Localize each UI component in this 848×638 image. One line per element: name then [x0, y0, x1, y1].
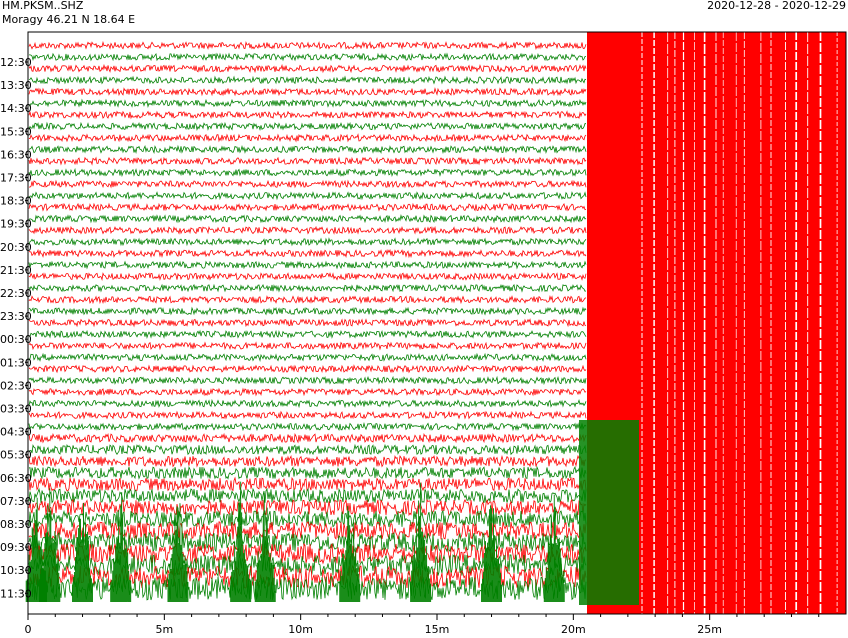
trace-line-27 [28, 352, 587, 362]
trace-layer [28, 40, 587, 601]
trace-line-28 [28, 364, 587, 374]
trace-line-23 [28, 306, 587, 316]
noise-burst-3 [110, 492, 132, 602]
trace-line-8 [28, 133, 587, 143]
helicorder-plot: 12:3013:3014:3015:3016:3017:3018:3019:30… [0, 31, 847, 636]
trace-line-36 [28, 454, 587, 468]
trace-line-33 [28, 421, 587, 432]
trace-line-14 [28, 202, 587, 212]
x-tick-label-5: 25m [697, 623, 722, 636]
x-tick-label-2: 10m [288, 623, 313, 636]
trace-line-7 [28, 121, 587, 131]
trace-line-30 [28, 387, 587, 397]
trace-line-10 [28, 156, 587, 166]
trace-line-29 [28, 375, 587, 386]
trace-line-37 [28, 465, 587, 480]
x-tick-label-1: 5m [155, 623, 173, 636]
trace-line-18 [28, 248, 587, 259]
earthquake-onset-green [579, 420, 639, 605]
trace-line-13 [28, 191, 587, 201]
trace-line-39 [28, 487, 587, 504]
trace-line-9 [28, 144, 587, 155]
row-labels: 12:3013:3014:3015:3016:3017:3018:3019:30… [0, 56, 32, 600]
trace-line-12 [28, 179, 587, 189]
trace-line-35 [28, 443, 587, 456]
trace-line-34 [28, 432, 587, 444]
trace-line-2 [28, 63, 587, 74]
trace-line-26 [28, 341, 587, 351]
trace-line-22 [28, 295, 587, 305]
x-tick-label-4: 20m [561, 623, 586, 636]
trace-line-5 [28, 98, 587, 108]
trace-line-3 [28, 75, 587, 85]
trace-line-4 [28, 87, 587, 97]
trace-line-20 [28, 271, 587, 281]
trace-line-21 [28, 283, 587, 293]
trace-line-32 [28, 410, 587, 420]
trace-line-1 [29, 52, 587, 62]
trace-line-15 [28, 214, 587, 224]
trace-line-11 [28, 167, 587, 178]
trace-line-38 [28, 476, 587, 492]
x-axis: 0 5m 10m 15m 20m 25m [25, 614, 820, 636]
x-tick-label-0: 0 [25, 623, 32, 636]
trace-line-17 [28, 237, 587, 247]
trace-line-19 [28, 260, 587, 270]
x-tick-label-3: 15m [425, 623, 450, 636]
trace-line-16 [28, 225, 587, 235]
trace-line-6 [28, 110, 587, 120]
trace-line-0 [28, 40, 587, 50]
noise-burst-4 [167, 503, 189, 602]
trace-line-24 [28, 318, 587, 328]
trace-line-25 [28, 329, 587, 339]
trace-line-31 [28, 398, 587, 409]
